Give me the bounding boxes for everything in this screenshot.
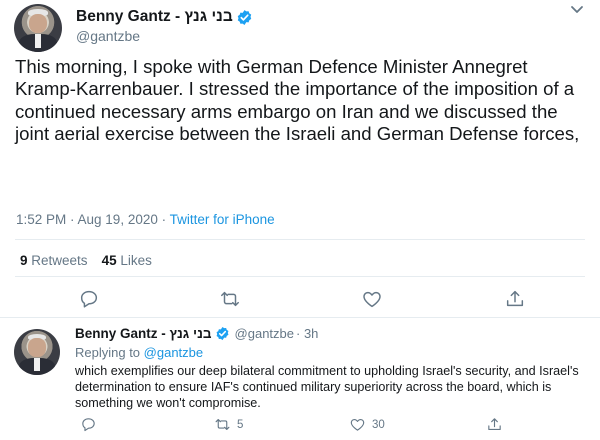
thread-divider [0, 317, 600, 318]
retweet-icon [215, 418, 230, 431]
author-display-name[interactable]: Benny Gantz - בני גנץ [76, 8, 233, 26]
tweet-text: This morning, I spoke with German Defenc… [15, 56, 580, 145]
reply-button[interactable] [78, 288, 100, 310]
reply-author-avatar[interactable] [14, 329, 60, 375]
retweets-stat[interactable]: 9 Retweets [20, 253, 88, 268]
reply-icon [80, 290, 98, 308]
share-icon [488, 418, 501, 431]
retweets-label: Retweets [31, 253, 88, 268]
share-icon [506, 290, 524, 307]
tweet-actions [0, 288, 600, 310]
reply-text: which exemplifies our deep bilateral com… [75, 364, 579, 410]
tweet-timestamp[interactable]: 1:52 PM · Aug 19, 2020 · [16, 212, 166, 227]
reply-retweet-count: 5 [237, 418, 244, 431]
tweet-source-link[interactable]: Twitter for iPhone [170, 212, 275, 227]
tweet-meta: 1:52 PM · Aug 19, 2020 · Twitter for iPh… [16, 212, 275, 227]
reply-author-handle[interactable]: @gantzbe [235, 326, 294, 341]
retweets-count: 9 [20, 253, 28, 268]
replying-to-mention[interactable]: @gantzbe [144, 345, 203, 360]
like-icon [350, 418, 365, 431]
share-button[interactable] [504, 288, 526, 310]
verified-badge-icon [216, 326, 228, 341]
like-button[interactable] [361, 288, 383, 310]
retweet-icon [221, 291, 239, 307]
likes-label: Likes [120, 253, 152, 268]
reply-retweet-button[interactable]: 5 [214, 416, 243, 433]
reply-share-button[interactable] [486, 416, 503, 433]
reply-actions: 5 30 [0, 416, 600, 434]
more-caret-icon[interactable] [568, 3, 586, 17]
divider [15, 239, 585, 240]
author-handle[interactable]: @gantzbe [76, 28, 140, 44]
reply-reply-button[interactable] [80, 416, 97, 433]
likes-count: 45 [101, 253, 117, 268]
like-icon [363, 291, 381, 308]
divider [15, 276, 585, 277]
reply-time[interactable]: · 3h [296, 326, 318, 341]
author-avatar[interactable] [14, 4, 62, 52]
replying-to: Replying to @gantzbe [75, 345, 203, 360]
replying-to-label: Replying to [75, 345, 141, 360]
reply-author-display-name[interactable]: Benny Gantz - בני גנץ [75, 326, 212, 341]
main-tweet: Benny Gantz - בני גנץ @gantzbe This morn… [0, 0, 600, 317]
retweet-button[interactable] [219, 288, 241, 310]
author-name-line: Benny Gantz - בני גנץ [76, 8, 253, 26]
verified-badge-icon [237, 9, 251, 25]
engagement-stats: 9 Retweets 45 Likes [20, 253, 152, 268]
reply-like-button[interactable]: 30 [349, 416, 385, 433]
likes-stat[interactable]: 45 Likes [102, 253, 152, 268]
reply-author-name-line: Benny Gantz - בני גנץ @gantzbe · 3h [75, 326, 318, 341]
reply-icon [82, 418, 95, 432]
reply-like-count: 30 [372, 418, 385, 431]
